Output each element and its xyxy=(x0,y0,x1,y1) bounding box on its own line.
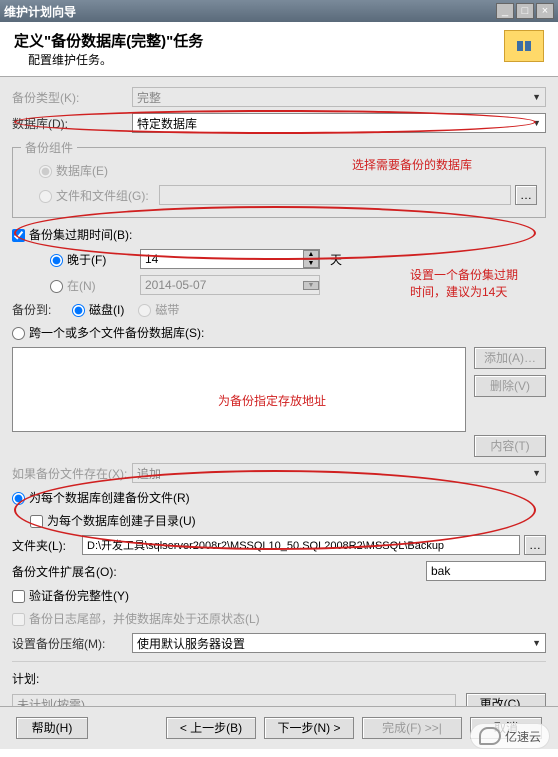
expire-after-spinner[interactable]: 14 ▲▼ xyxy=(140,249,320,269)
backup-to-label: 备份到: xyxy=(12,301,72,318)
tail-checkbox: 备份日志尾部，并使数据库处于还原状态(L) xyxy=(12,610,260,627)
next-button[interactable]: 下一步(N) > xyxy=(264,717,354,739)
ext-input[interactable] xyxy=(426,561,546,581)
expire-after-radio[interactable]: 晚于(F) xyxy=(50,251,140,268)
files-browse-button[interactable]: … xyxy=(515,185,537,205)
components-legend: 备份组件 xyxy=(21,139,77,156)
compress-label: 设置备份压缩(M): xyxy=(12,635,132,652)
database-label: 数据库(D): xyxy=(12,115,132,132)
maximize-button[interactable]: □ xyxy=(516,3,534,19)
page-subtitle: 配置维护任务。 xyxy=(28,51,203,68)
back-button[interactable]: < 上一步(B) xyxy=(166,717,256,739)
verify-checkbox[interactable]: 验证备份完整性(Y) xyxy=(12,587,129,604)
finish-button: 完成(F) >>| xyxy=(362,717,462,739)
watermark: 亿速云 xyxy=(470,723,550,749)
close-button[interactable]: × xyxy=(536,3,554,19)
backup-files-list[interactable] xyxy=(12,347,466,432)
add-button[interactable]: 添加(A)… xyxy=(474,347,546,369)
page-title: 定义"备份数据库(完整)"任务 xyxy=(14,30,203,51)
component-db-radio[interactable]: 数据库(E) xyxy=(39,162,108,179)
expire-checkbox[interactable]: 备份集过期时间(B): xyxy=(12,226,132,243)
content-button[interactable]: 内容(T) xyxy=(474,435,546,457)
across-files-radio[interactable]: 跨一个或多个文件备份数据库(S): xyxy=(12,324,204,341)
ext-label: 备份文件扩展名(O): xyxy=(12,563,132,580)
schedule-label: 计划: xyxy=(12,670,39,687)
component-files-radio: 文件和文件组(G): xyxy=(39,187,149,204)
spin-up-icon[interactable]: ▲ xyxy=(303,250,319,259)
minimize-button[interactable]: _ xyxy=(496,3,514,19)
wizard-icon xyxy=(504,30,544,62)
database-combo[interactable]: 特定数据库▼ xyxy=(132,113,546,133)
compress-combo[interactable]: 使用默认服务器设置▼ xyxy=(132,633,546,653)
help-button[interactable]: 帮助(H) xyxy=(16,717,88,739)
cloud-icon xyxy=(479,727,501,745)
folder-browse-button[interactable]: … xyxy=(524,535,546,555)
if-exists-label: 如果备份文件存在(X): xyxy=(12,465,132,482)
schedule-display: 未计划(按需) xyxy=(12,694,456,706)
window-title: 维护计划向导 xyxy=(4,3,76,20)
folder-input[interactable] xyxy=(82,535,520,555)
spin-down-icon[interactable]: ▼ xyxy=(303,259,319,268)
files-input xyxy=(159,185,511,205)
delete-button[interactable]: 删除(V) xyxy=(474,375,546,397)
backup-type-combo: 完整▼ xyxy=(132,87,546,107)
expire-on-radio[interactable]: 在(N) xyxy=(50,277,140,294)
expire-on-date: 2014-05-07 ▼ xyxy=(140,275,320,295)
backup-to-tape-radio: 磁带 xyxy=(138,301,179,318)
expire-unit: 天 xyxy=(330,251,342,268)
if-exists-combo: 追加▼ xyxy=(132,463,546,483)
per-db-radio[interactable]: 为每个数据库创建备份文件(R) xyxy=(12,489,190,506)
per-db-subdir-checkbox[interactable]: 为每个数据库创建子目录(U) xyxy=(30,512,196,529)
change-schedule-button[interactable]: 更改(C)… xyxy=(466,693,546,706)
folder-label: 文件夹(L): xyxy=(12,537,82,554)
backup-to-disk-radio[interactable]: 磁盘(I) xyxy=(72,301,124,318)
backup-type-label: 备份类型(K): xyxy=(12,89,132,106)
